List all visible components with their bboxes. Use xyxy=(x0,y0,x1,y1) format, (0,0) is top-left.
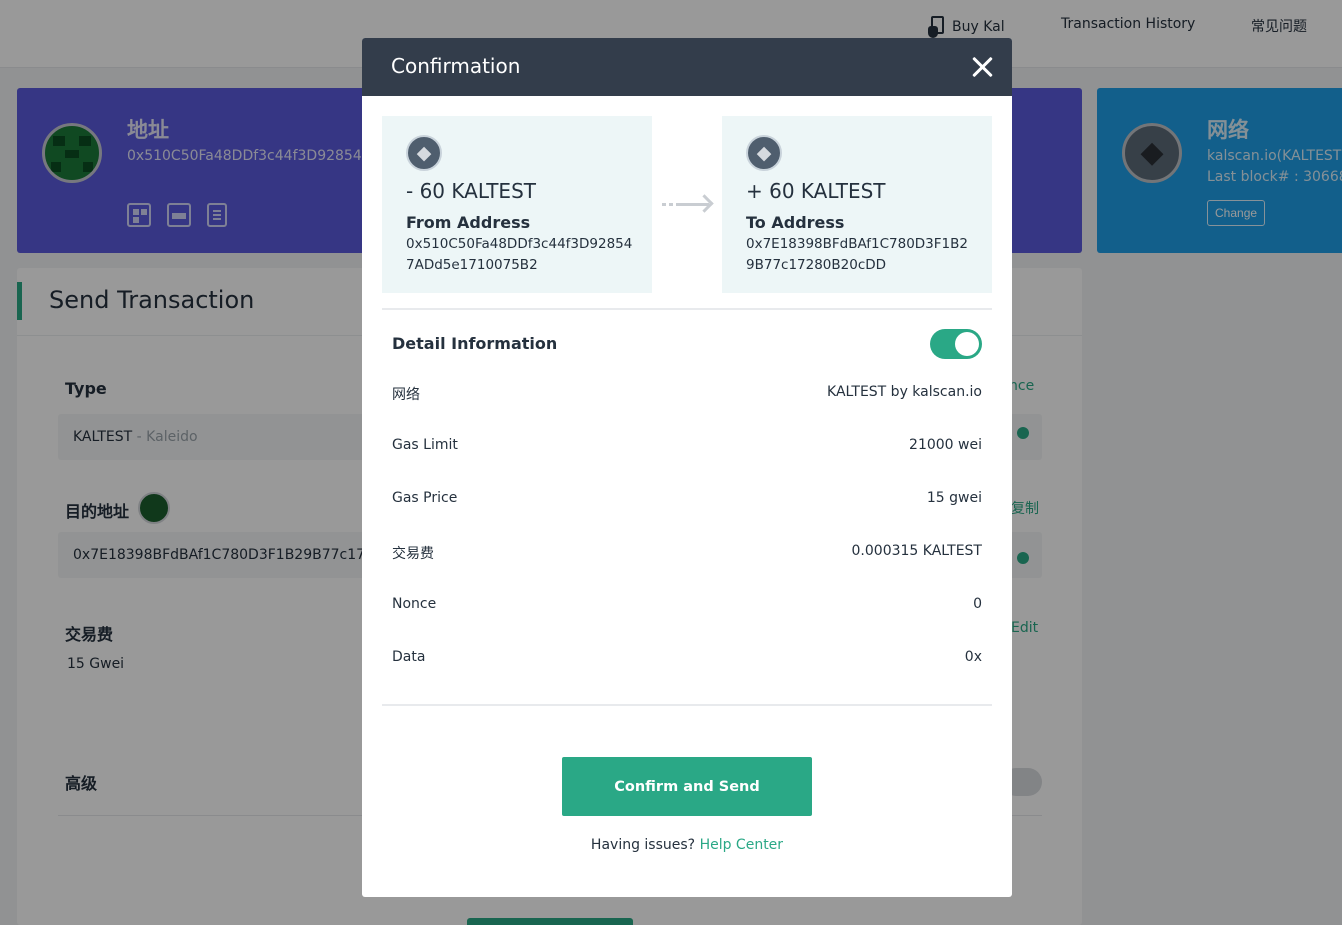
from-card: - 60 KALTEST From Address 0x510C50Fa48DD… xyxy=(382,116,652,293)
detail-row-value: KALTEST by kalscan.io xyxy=(827,384,982,400)
confirmation-modal: Confirmation - 60 KALTEST From Address 0… xyxy=(362,38,1012,897)
modal-title: Confirmation xyxy=(391,54,521,78)
confirm-and-send-button[interactable]: Confirm and Send xyxy=(562,757,812,816)
ethereum-coin-icon xyxy=(746,135,782,171)
detail-row-label: 网络 xyxy=(392,387,420,403)
arrow-right-icon xyxy=(662,194,714,214)
detail-information-toggle[interactable] xyxy=(930,329,982,359)
help-prefix: Having issues? xyxy=(590,837,700,853)
help-line: Having issues? Help Center xyxy=(362,837,1012,853)
to-card: + 60 KALTEST To Address 0x7E18398BFdBAf1… xyxy=(722,116,992,293)
from-amount: - 60 KALTEST xyxy=(406,179,536,203)
detail-row-value: 15 gwei xyxy=(926,490,982,506)
detail-row-value: 0.000315 KALTEST xyxy=(851,543,982,559)
detail-row-label: Gas Price xyxy=(392,490,458,506)
detail-divider-top xyxy=(382,308,992,310)
to-address-label: To Address xyxy=(746,213,845,232)
modal-header: Confirmation xyxy=(362,38,1012,96)
detail-row-label: Nonce xyxy=(392,596,437,612)
detail-row-label: Gas Limit xyxy=(392,437,458,453)
ethereum-coin-icon xyxy=(406,135,442,171)
detail-row-label: Data xyxy=(392,649,426,665)
to-address: 0x7E18398BFdBAf1C780D3F1B29B77c17280B20c… xyxy=(746,236,968,273)
from-address-label: From Address xyxy=(406,213,531,232)
from-address: 0x510C50Fa48DDf3c44f3D928547ADd5e1710075… xyxy=(406,236,633,273)
detail-row-value: 21000 wei xyxy=(909,437,982,453)
detail-row-value: 0 xyxy=(973,596,982,612)
toggle-knob xyxy=(955,332,979,356)
close-icon[interactable] xyxy=(970,54,996,80)
help-center-link[interactable]: Help Center xyxy=(700,837,784,853)
detail-row-label: 交易费 xyxy=(392,546,434,562)
detail-information-title: Detail Information xyxy=(392,334,558,353)
to-amount: + 60 KALTEST xyxy=(746,179,886,203)
detail-divider-bottom xyxy=(382,704,992,706)
detail-row-value: 0x xyxy=(964,649,982,665)
